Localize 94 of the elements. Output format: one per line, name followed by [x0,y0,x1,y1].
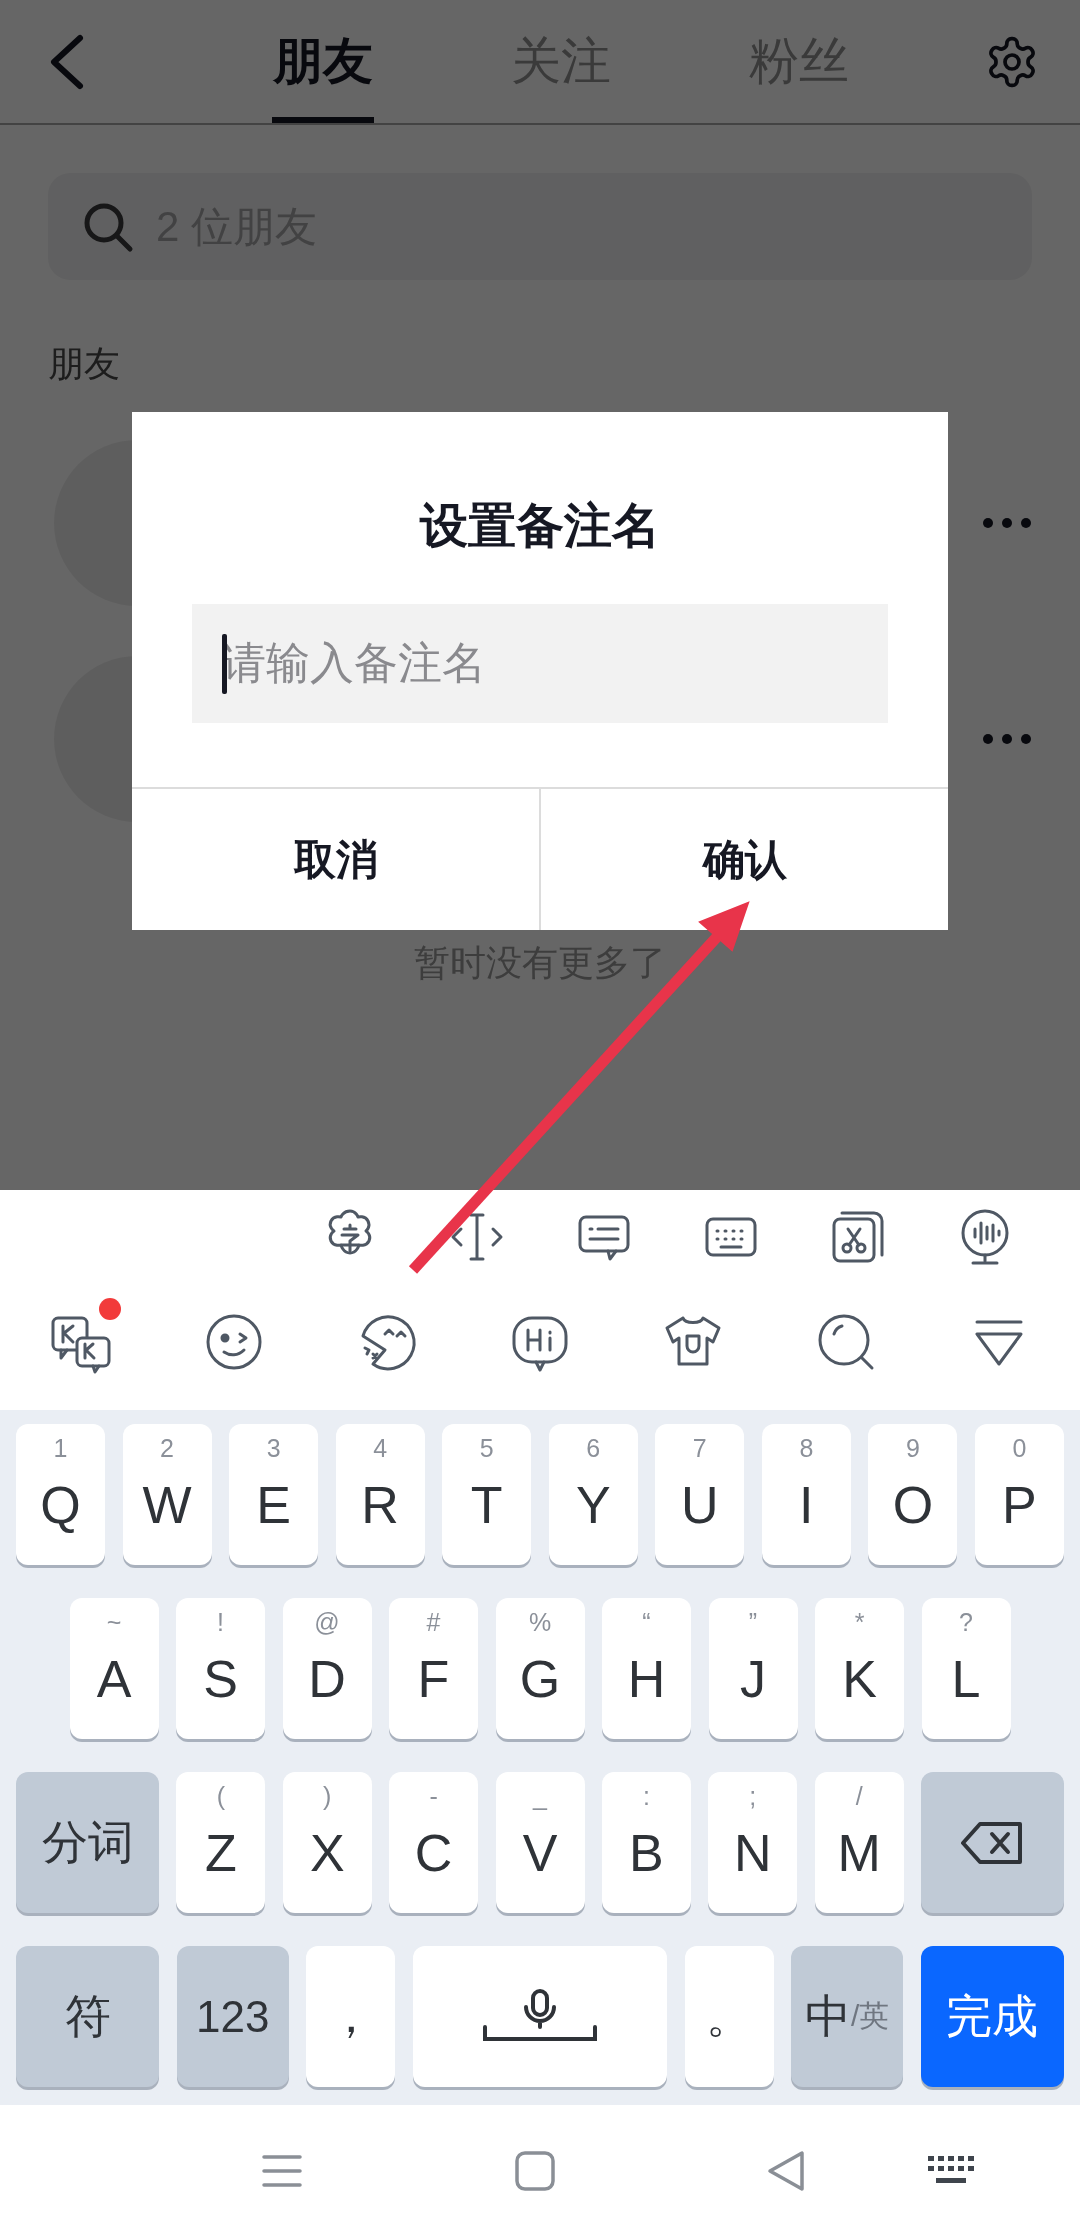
key-letter: N [733,1822,772,1883]
key-letter: Z [205,1822,237,1883]
keyboard-key[interactable]: “ H [602,1598,691,1739]
home-icon[interactable] [514,2150,556,2192]
key-hint: 5 [478,1436,495,1461]
keyboard-key[interactable]: * K [815,1598,904,1739]
keyboard-key[interactable]: 8 I [761,1424,851,1565]
section-title: 朋友 [48,342,121,386]
key-hint: ! [216,1610,225,1635]
more-icon[interactable] [982,517,1032,529]
key-hint: 9 [904,1436,921,1461]
key-letter: V [522,1822,558,1883]
keyboard-key[interactable]: ? L [921,1598,1011,1739]
keyboard-key[interactable]: # F [389,1598,478,1739]
key-letter: C [414,1822,453,1883]
key-hint: _ [531,1784,549,1809]
key-letter: G [519,1648,561,1709]
key-letter: J [740,1648,766,1709]
key-letter: S [203,1648,238,1709]
key-hint: 8 [798,1436,815,1461]
keyboard-key[interactable]: - C [389,1772,479,1913]
input-placeholder: 请输入备注名 [222,637,486,689]
key-letter: M [837,1822,881,1883]
keyboard-key[interactable]: 4 R [335,1424,425,1565]
language-key[interactable]: 中/英 [791,1946,904,2087]
key-hint: % [527,1610,553,1635]
key-hint: / [854,1784,864,1809]
key-hint: ( [215,1784,227,1809]
keyboard-key[interactable]: 6 Y [548,1424,638,1565]
key-hint: 7 [691,1436,708,1461]
keyboard-key[interactable]: ! S [176,1598,265,1739]
keyboard-key[interactable]: 9 O [868,1424,958,1565]
key-letter: R [361,1474,399,1535]
key-letter: F [417,1648,450,1709]
keyboard-key[interactable]: @ D [282,1598,372,1739]
key-letter: Y [575,1474,611,1535]
key-hint: ) [322,1784,333,1809]
space-key[interactable] [412,1946,667,2087]
key-letter: W [142,1474,192,1535]
key-letter: T [470,1474,503,1535]
key-hint: 3 [265,1436,282,1461]
keyboard-key[interactable]: ; N [708,1772,798,1913]
key-letter: Q [40,1474,81,1535]
backspace-key[interactable] [921,1772,1064,1913]
keyboard-key[interactable]: _ V [495,1772,585,1913]
key-hint: 0 [1011,1436,1028,1461]
key-letter: P [1002,1474,1037,1535]
dialog-title: 设置备注名 [420,498,660,554]
keyboard-key[interactable]: 5 T [442,1424,532,1565]
keyboard-key[interactable]: : B [601,1772,691,1913]
key-letter: B [629,1822,664,1883]
key-hint: * [853,1610,866,1635]
keyboard-key[interactable]: ~ A [69,1598,159,1739]
keyboard-key[interactable]: 1 Q [16,1424,105,1565]
key-hint: # [425,1610,442,1635]
key-hint: : [641,1784,651,1809]
keyboard-key[interactable]: 分词 [16,1772,159,1913]
key-hint: 2 [159,1436,175,1461]
keyboard-key[interactable]: 符 [16,1946,159,2087]
key-hint: @ [313,1610,341,1635]
keyboard-key[interactable]: 123 [176,1946,289,2087]
key-hint: 6 [585,1436,602,1461]
keyboard-key[interactable]: ) X [282,1772,372,1913]
key-letter: E [256,1474,291,1535]
key-letter: X [309,1822,345,1883]
key-letter: K [842,1648,877,1709]
key-hint: ~ [105,1610,123,1635]
keyboard-key[interactable]: % G [495,1598,585,1739]
key-letter: O [892,1474,934,1535]
more-icon[interactable] [982,733,1032,745]
keyboard-key[interactable]: ， [306,1946,396,2087]
key-letter: L [951,1648,981,1709]
key-hint: 1 [52,1436,69,1461]
back-triangle-icon[interactable] [766,2149,806,2193]
key-letter: U [681,1474,719,1535]
key-letter: I [799,1474,814,1535]
keyboard-key[interactable]: / M [814,1772,904,1913]
keyboard-key[interactable]: 7 U [655,1424,745,1565]
key-hint: ? [958,1610,974,1635]
key-letter: H [627,1648,666,1709]
key-hint: ” [747,1610,759,1635]
key-hint: - [428,1784,439,1809]
key-hint: 4 [372,1436,389,1461]
keyboard-key[interactable]: ” J [708,1598,798,1739]
key-letter: D [308,1648,346,1709]
key-hint: ; [748,1784,758,1809]
keyboard-key[interactable]: 0 P [974,1424,1064,1565]
keyboard-key[interactable]: 2 W [122,1424,212,1565]
keyboard-key[interactable]: 3 E [229,1424,319,1565]
keyboard-key[interactable]: 。 [684,1946,774,2087]
done-key[interactable]: 完成 [920,1946,1064,2087]
keyboard-key[interactable]: ( Z [176,1772,266,1913]
key-letter: A [96,1648,132,1709]
key-hint: “ [641,1610,652,1635]
